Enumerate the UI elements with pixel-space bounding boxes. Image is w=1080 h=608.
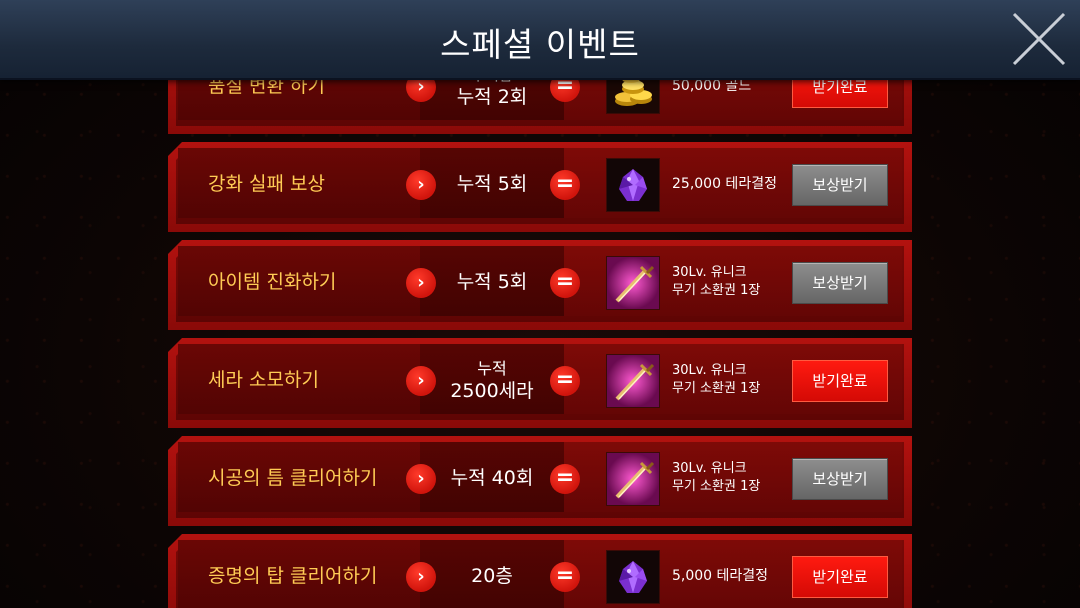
reward-label: 25,000 테라결정 xyxy=(672,176,777,192)
event-count: 누적 2500세라 xyxy=(450,359,534,402)
event-row: 증명의 탑 클리어하기 › 20층 = 5,000 테라결정 받기완료 xyxy=(168,534,912,608)
claim-reward-button[interactable]: 보상받기 xyxy=(792,458,888,500)
page-title: 스페셜 이벤트 xyxy=(440,25,640,64)
event-count: 누적 5회 xyxy=(456,271,528,293)
event-list[interactable]: 품질 변환 하기 › 누적합누적 2회 = 50,000 골드 받기완료 강화 … xyxy=(0,0,1080,608)
reward-label: 30Lv. 유니크 무기 소환권 1장 xyxy=(672,265,761,298)
equals-icon: = xyxy=(550,268,580,298)
event-count: 누적 40회 xyxy=(450,467,534,489)
sword-ticket-icon xyxy=(606,256,660,310)
purple-crystal-icon xyxy=(606,550,660,604)
sword-ticket-icon xyxy=(606,452,660,506)
equals-icon: = xyxy=(550,366,580,396)
event-count: 누적 5회 xyxy=(456,173,528,195)
reward-done-button[interactable]: 받기완료 xyxy=(792,360,888,402)
event-condition: 강화 실패 보상 xyxy=(208,173,325,195)
sword-ticket-icon xyxy=(606,354,660,408)
event-condition: 시공의 틈 클리어하기 xyxy=(208,467,378,489)
equals-icon: = xyxy=(550,464,580,494)
reward-label: 30Lv. 유니크 무기 소환권 1장 xyxy=(672,363,761,396)
claim-reward-button[interactable]: 보상받기 xyxy=(792,262,888,304)
event-row: 아이템 진화하기 › 누적 5회 = 30Lv. 유니크 무기 소환권 1장 보상… xyxy=(168,240,912,330)
equals-icon: = xyxy=(550,170,580,200)
event-row: 시공의 틈 클리어하기 › 누적 40회 = 30Lv. 유니크 무기 소환권 1… xyxy=(168,436,912,526)
header-bar: 스페셜 이벤트 xyxy=(0,0,1080,80)
event-row: 세라 소모하기 › 누적 2500세라 = 30Lv. 유니크 무기 소환권 1장 … xyxy=(168,338,912,428)
event-condition: 아이템 진화하기 xyxy=(208,271,337,293)
equals-icon: = xyxy=(550,562,580,592)
reward-label: 5,000 테라결정 xyxy=(672,568,769,584)
event-condition: 세라 소모하기 xyxy=(208,369,319,391)
reward-done-button[interactable]: 받기완료 xyxy=(792,556,888,598)
claim-reward-button[interactable]: 보상받기 xyxy=(792,164,888,206)
event-count: 20층 xyxy=(471,565,513,587)
reward-label: 30Lv. 유니크 무기 소환권 1장 xyxy=(672,461,761,494)
close-button[interactable] xyxy=(1010,10,1068,68)
event-row: 강화 실패 보상 › 누적 5회 = 25,000 테라결정 보상받기 xyxy=(168,142,912,232)
close-icon xyxy=(1012,12,1066,66)
event-condition: 증명의 탑 클리어하기 xyxy=(208,565,378,587)
purple-crystal-icon xyxy=(606,158,660,212)
